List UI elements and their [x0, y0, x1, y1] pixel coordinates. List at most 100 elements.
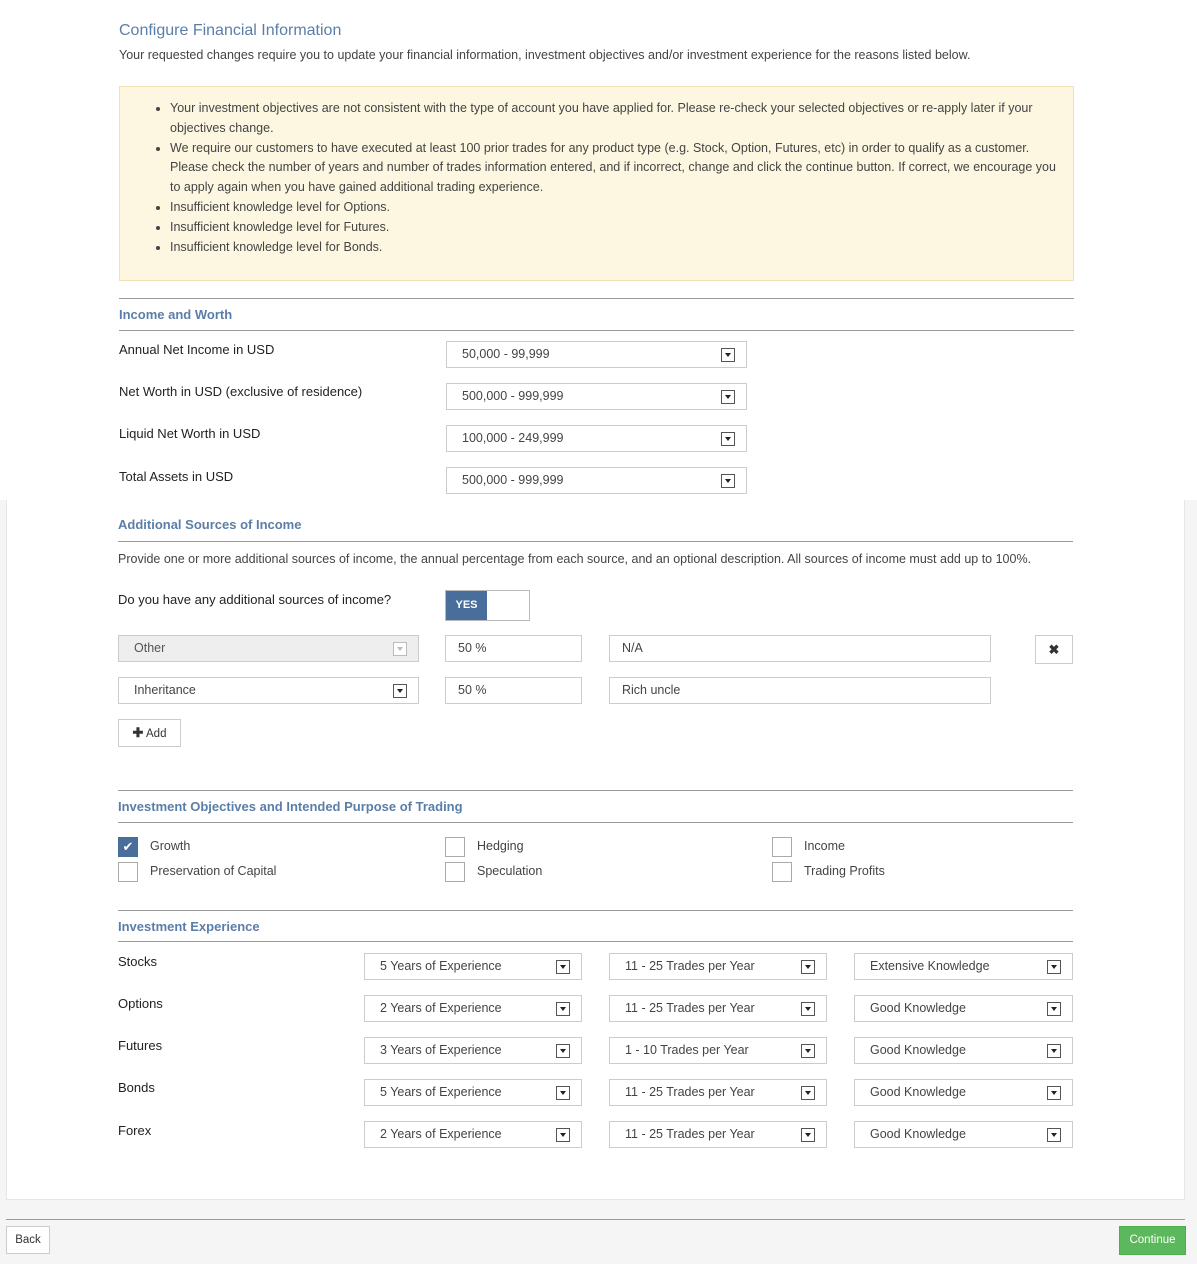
warning-item: Insufficient knowledge level for Options… [170, 198, 1061, 218]
chevron-down-icon [1047, 1002, 1061, 1016]
select-value: 3 Years of Experience [380, 1043, 502, 1057]
experience-knowledge-select[interactable]: Good Knowledge [854, 995, 1073, 1022]
income-source-type-select[interactable]: Other [118, 635, 419, 662]
chevron-down-icon [556, 1044, 570, 1058]
section-divider [119, 330, 1074, 331]
input-value: N/A [622, 641, 643, 655]
select-value: Inheritance [134, 683, 196, 697]
experience-years-select[interactable]: 2 Years of Experience [364, 995, 582, 1022]
additional-income-toggle[interactable]: YES [445, 590, 530, 621]
total-assets-select[interactable]: 500,000 - 999,999 [446, 467, 747, 494]
section-divider [118, 541, 1073, 542]
warning-list: Your investment objectives are not consi… [120, 87, 1073, 257]
experience-product-label: Options [118, 996, 163, 1011]
chevron-down-icon [1047, 960, 1061, 974]
objective-hedging-checkbox[interactable] [445, 837, 465, 857]
add-button-label: Add [146, 728, 167, 740]
chevron-down-icon [1047, 1044, 1061, 1058]
warning-item: Insufficient knowledge level for Futures… [170, 218, 1061, 238]
additional-income-heading: Additional Sources of Income [118, 517, 302, 532]
warning-item: We require our customers to have execute… [170, 139, 1061, 198]
select-value: 11 - 25 Trades per Year [625, 1127, 755, 1141]
chevron-down-icon [801, 960, 815, 974]
chevron-down-icon [801, 1044, 815, 1058]
experience-heading: Investment Experience [118, 919, 260, 934]
select-value: Good Knowledge [870, 1127, 966, 1141]
objective-income-label: Income [804, 839, 845, 853]
chevron-down-icon [721, 432, 735, 446]
experience-years-select[interactable]: 5 Years of Experience [364, 1079, 582, 1106]
plus-icon: ✚ [132, 725, 144, 740]
experience-years-select[interactable]: 3 Years of Experience [364, 1037, 582, 1064]
objective-speculation-checkbox[interactable] [445, 862, 465, 882]
objective-hedging-label: Hedging [477, 839, 524, 853]
liquid-net-worth-select[interactable]: 100,000 - 249,999 [446, 425, 747, 452]
chevron-down-icon [556, 960, 570, 974]
experience-years-select[interactable]: 5 Years of Experience [364, 953, 582, 980]
annual-net-income-select[interactable]: 50,000 - 99,999 [446, 341, 747, 368]
input-value: Rich uncle [622, 683, 681, 697]
select-value: 5 Years of Experience [380, 959, 502, 973]
income-source-type-select[interactable]: Inheritance [118, 677, 419, 704]
select-value: Good Knowledge [870, 1001, 966, 1015]
check-icon: ✔ [122, 839, 134, 854]
chevron-down-icon [801, 1002, 815, 1016]
select-value: Good Knowledge [870, 1085, 966, 1099]
additional-income-question: Do you have any additional sources of in… [118, 592, 392, 607]
income-worth-heading: Income and Worth [119, 307, 233, 322]
select-value: 11 - 25 Trades per Year [625, 959, 755, 973]
select-value: 500,000 - 999,999 [462, 473, 564, 487]
experience-trades-select[interactable]: 1 - 10 Trades per Year [609, 1037, 827, 1064]
income-source-percent-input[interactable]: 50 % [445, 635, 582, 662]
warning-box: Your investment objectives are not consi… [119, 86, 1074, 281]
chevron-down-icon [721, 348, 735, 362]
experience-trades-select[interactable]: 11 - 25 Trades per Year [609, 953, 827, 980]
objective-preservation-checkbox[interactable] [118, 862, 138, 882]
select-value: 1 - 10 Trades per Year [625, 1043, 749, 1057]
chevron-down-icon [393, 642, 407, 656]
remove-source-button[interactable]: ✖ [1035, 635, 1073, 664]
experience-years-select[interactable]: 2 Years of Experience [364, 1121, 582, 1148]
page-subtitle: Your requested changes require you to up… [119, 48, 971, 62]
add-source-button[interactable]: ✚ Add [118, 719, 181, 747]
select-value: 11 - 25 Trades per Year [625, 1085, 755, 1099]
net-worth-label: Net Worth in USD (exclusive of residence… [119, 384, 363, 399]
close-icon: ✖ [1048, 642, 1060, 657]
experience-knowledge-select[interactable]: Extensive Knowledge [854, 953, 1073, 980]
experience-trades-select[interactable]: 11 - 25 Trades per Year [609, 1079, 827, 1106]
objective-preservation-label: Preservation of Capital [150, 864, 277, 878]
experience-knowledge-select[interactable]: Good Knowledge [854, 1037, 1073, 1064]
chevron-down-icon [721, 390, 735, 404]
objective-trading-profits-checkbox[interactable] [772, 862, 792, 882]
income-source-description-input[interactable]: N/A [609, 635, 991, 662]
chevron-down-icon [801, 1086, 815, 1100]
income-source-description-input[interactable]: Rich uncle [609, 677, 991, 704]
back-button[interactable]: Back [6, 1226, 50, 1254]
experience-product-label: Stocks [118, 954, 158, 969]
experience-knowledge-select[interactable]: Good Knowledge [854, 1121, 1073, 1148]
annual-net-income-label: Annual Net Income in USD [119, 342, 275, 357]
experience-trades-select[interactable]: 11 - 25 Trades per Year [609, 1121, 827, 1148]
input-value: 50 % [458, 641, 487, 655]
continue-button[interactable]: Continue [1119, 1226, 1186, 1255]
chevron-down-icon [721, 474, 735, 488]
experience-product-label: Futures [118, 1038, 163, 1053]
select-value: Other [134, 641, 166, 655]
objective-income-checkbox[interactable] [772, 837, 792, 857]
chevron-down-icon [801, 1128, 815, 1142]
net-worth-select[interactable]: 500,000 - 999,999 [446, 383, 747, 410]
chevron-down-icon [556, 1002, 570, 1016]
experience-knowledge-select[interactable]: Good Knowledge [854, 1079, 1073, 1106]
select-value: Extensive Knowledge [870, 959, 990, 973]
experience-trades-select[interactable]: 11 - 25 Trades per Year [609, 995, 827, 1022]
income-source-percent-input[interactable]: 50 % [445, 677, 582, 704]
section-divider [119, 298, 1074, 299]
section-divider [118, 910, 1073, 911]
total-assets-label: Total Assets in USD [119, 469, 234, 484]
chevron-down-icon [556, 1086, 570, 1100]
chevron-down-icon [556, 1128, 570, 1142]
experience-product-label: Bonds [118, 1080, 155, 1095]
select-value: 5 Years of Experience [380, 1085, 502, 1099]
select-value: 11 - 25 Trades per Year [625, 1001, 755, 1015]
objective-growth-checkbox[interactable]: ✔ [118, 837, 138, 857]
